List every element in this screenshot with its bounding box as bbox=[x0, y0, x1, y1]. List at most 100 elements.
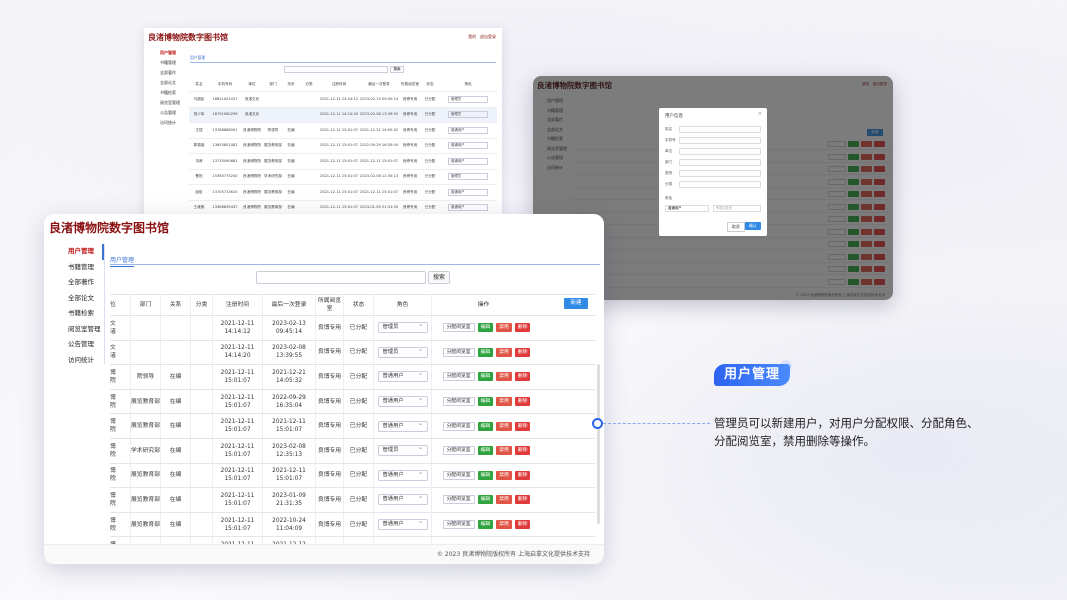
assign-room-button[interactable]: 分配阅览室 bbox=[442, 446, 475, 456]
role-select[interactable]: 普通用户 bbox=[377, 394, 428, 408]
edit-button[interactable]: 编辑 bbox=[477, 347, 494, 357]
edit-button[interactable]: 编辑 bbox=[477, 397, 494, 407]
edit-button[interactable]: 编辑 bbox=[477, 446, 494, 456]
table-row: 博 院 展览教育部 在编 2021-12-11 15:01:07 2022-10-24 … bbox=[110, 512, 595, 538]
disable-button[interactable]: 禁用 bbox=[496, 421, 512, 431]
assign-room-button[interactable]: 分配阅览室 bbox=[442, 347, 475, 357]
table-cell bbox=[299, 170, 319, 185]
assign-room-button[interactable]: 分配阅览室 bbox=[442, 323, 475, 333]
role-select[interactable]: 管理员 bbox=[448, 111, 488, 119]
edit-button[interactable]: 编辑 bbox=[477, 372, 494, 382]
role-select[interactable]: 普通用户 bbox=[377, 517, 428, 531]
search-input[interactable] bbox=[256, 271, 426, 284]
delete-button[interactable]: 删除 bbox=[514, 347, 531, 357]
delete-button[interactable]: 删除 bbox=[514, 323, 531, 333]
sidebar-item[interactable]: 书籍检索 bbox=[44, 306, 104, 322]
assign-room-button[interactable]: 分配阅览室 bbox=[442, 397, 475, 407]
field-input[interactable] bbox=[679, 137, 761, 144]
sidebar-item[interactable]: 书籍管理 bbox=[144, 58, 188, 68]
sidebar-item[interactable]: 用户管理 bbox=[144, 48, 188, 58]
assign-room-button[interactable]: 分配阅览室 bbox=[442, 470, 475, 480]
assign-room-button[interactable]: 分配阅览室 bbox=[442, 421, 475, 431]
sidebar-item[interactable]: 全部著作 bbox=[144, 68, 188, 78]
sidebar-item[interactable]: 用户管理 bbox=[44, 244, 104, 260]
sidebar-item[interactable]: 全部论文 bbox=[44, 291, 104, 307]
room-select[interactable]: 所属阅览室 bbox=[713, 205, 761, 212]
confirm-button[interactable]: 确认 bbox=[745, 222, 761, 230]
disable-button[interactable]: 禁用 bbox=[496, 446, 512, 456]
role-select[interactable]: 普通用户 bbox=[377, 468, 428, 481]
header-links[interactable]: 我的 退出登录 bbox=[468, 34, 496, 40]
edit-button[interactable]: 编辑 bbox=[477, 495, 494, 505]
sidebar-item[interactable]: 全部著作 bbox=[44, 275, 104, 291]
role-select[interactable]: 普通用户 bbox=[448, 142, 488, 150]
search-button[interactable]: 搜索 bbox=[390, 66, 404, 73]
logout-link[interactable]: 退出登录 bbox=[480, 34, 496, 39]
search-input[interactable] bbox=[284, 66, 388, 73]
field-input[interactable] bbox=[679, 170, 761, 177]
table-cell bbox=[283, 92, 299, 107]
assign-room-button[interactable]: 分配阅览室 bbox=[442, 495, 475, 505]
table-cell bbox=[190, 488, 212, 512]
sidebar-item[interactable]: 全部论文 bbox=[144, 78, 188, 88]
field-input[interactable] bbox=[679, 181, 761, 188]
table-cell: 2021-12-11 15:01:07 bbox=[262, 463, 315, 488]
delete-button[interactable]: 删除 bbox=[514, 495, 531, 505]
delete-button[interactable]: 删除 bbox=[514, 397, 531, 407]
edit-button[interactable]: 编辑 bbox=[477, 520, 494, 530]
role-select[interactable]: 普通用户 bbox=[377, 369, 428, 383]
delete-button[interactable]: 删除 bbox=[514, 470, 531, 480]
sidebar-item[interactable]: 访问统计 bbox=[144, 118, 188, 128]
disable-button[interactable]: 禁用 bbox=[496, 347, 512, 357]
assign-room-button[interactable]: 分配阅览室 bbox=[442, 372, 475, 382]
field-input[interactable] bbox=[679, 126, 761, 133]
field-input[interactable] bbox=[679, 159, 761, 166]
delete-button[interactable]: 删除 bbox=[514, 372, 531, 382]
search-button[interactable]: 搜索 bbox=[428, 271, 450, 284]
cancel-button[interactable]: 取消 bbox=[727, 222, 745, 232]
edit-button[interactable]: 编辑 bbox=[477, 470, 494, 480]
role-select[interactable]: 普通用户 bbox=[377, 492, 428, 506]
delete-button[interactable]: 删除 bbox=[514, 520, 531, 530]
table-cell: 王维雅 bbox=[193, 205, 205, 210]
sidebar-item[interactable]: 书籍检索 bbox=[144, 88, 188, 98]
disable-button[interactable]: 禁用 bbox=[496, 372, 512, 382]
sidebar-item[interactable]: 公告管理 bbox=[44, 337, 104, 353]
sidebar-item[interactable]: 访问统计 bbox=[44, 353, 104, 369]
scrollbar[interactable] bbox=[597, 364, 600, 524]
role-select[interactable]: 管理员 bbox=[377, 443, 428, 457]
field-input[interactable] bbox=[679, 148, 761, 155]
role-select[interactable]: 管理员 bbox=[448, 173, 488, 181]
tab-user-manage[interactable]: 用户管理 bbox=[110, 255, 135, 267]
role-cell: 普通用户 bbox=[439, 154, 497, 169]
sidebar-item[interactable]: 阅览室管理 bbox=[144, 98, 188, 108]
role-select[interactable]: 管理员 bbox=[448, 95, 488, 103]
sidebar-item[interactable]: 公告管理 bbox=[144, 108, 188, 118]
role-select[interactable]: 普通用户 bbox=[448, 204, 488, 212]
role-select[interactable]: 普通用户 bbox=[665, 205, 709, 212]
delete-button[interactable]: 删除 bbox=[514, 421, 531, 431]
disable-button[interactable]: 禁用 bbox=[496, 323, 512, 333]
close-icon[interactable]: × bbox=[758, 111, 762, 117]
role-select[interactable]: 普通用户 bbox=[448, 126, 488, 134]
role-select[interactable]: 普通用户 bbox=[448, 157, 488, 165]
sidebar-item[interactable]: 阅览室管理 bbox=[44, 322, 104, 338]
table-cell: 屈航 bbox=[195, 189, 203, 194]
role-select[interactable]: 管理员 bbox=[377, 345, 428, 358]
disable-button[interactable]: 禁用 bbox=[496, 520, 512, 530]
assign-room-button[interactable]: 分配阅览室 bbox=[442, 520, 475, 530]
tab-user-manage[interactable]: 用户管理 bbox=[190, 55, 205, 61]
disable-button[interactable]: 禁用 bbox=[496, 397, 512, 407]
table-cell: 已分配 bbox=[424, 96, 436, 101]
role-select[interactable]: 管理员 bbox=[377, 320, 428, 334]
role-select[interactable]: 普通用户 bbox=[448, 188, 488, 196]
disable-button[interactable]: 禁用 bbox=[496, 495, 512, 505]
disable-button[interactable]: 禁用 bbox=[496, 470, 512, 480]
table-cell: 良博专用 bbox=[402, 112, 418, 117]
edit-button[interactable]: 编辑 bbox=[477, 421, 494, 431]
delete-button[interactable]: 删除 bbox=[514, 446, 531, 456]
role-select[interactable]: 普通用户 bbox=[377, 419, 428, 432]
sidebar-item[interactable]: 书籍管理 bbox=[44, 260, 104, 276]
my-link[interactable]: 我的 bbox=[468, 34, 476, 39]
edit-button[interactable]: 编辑 bbox=[477, 323, 494, 333]
